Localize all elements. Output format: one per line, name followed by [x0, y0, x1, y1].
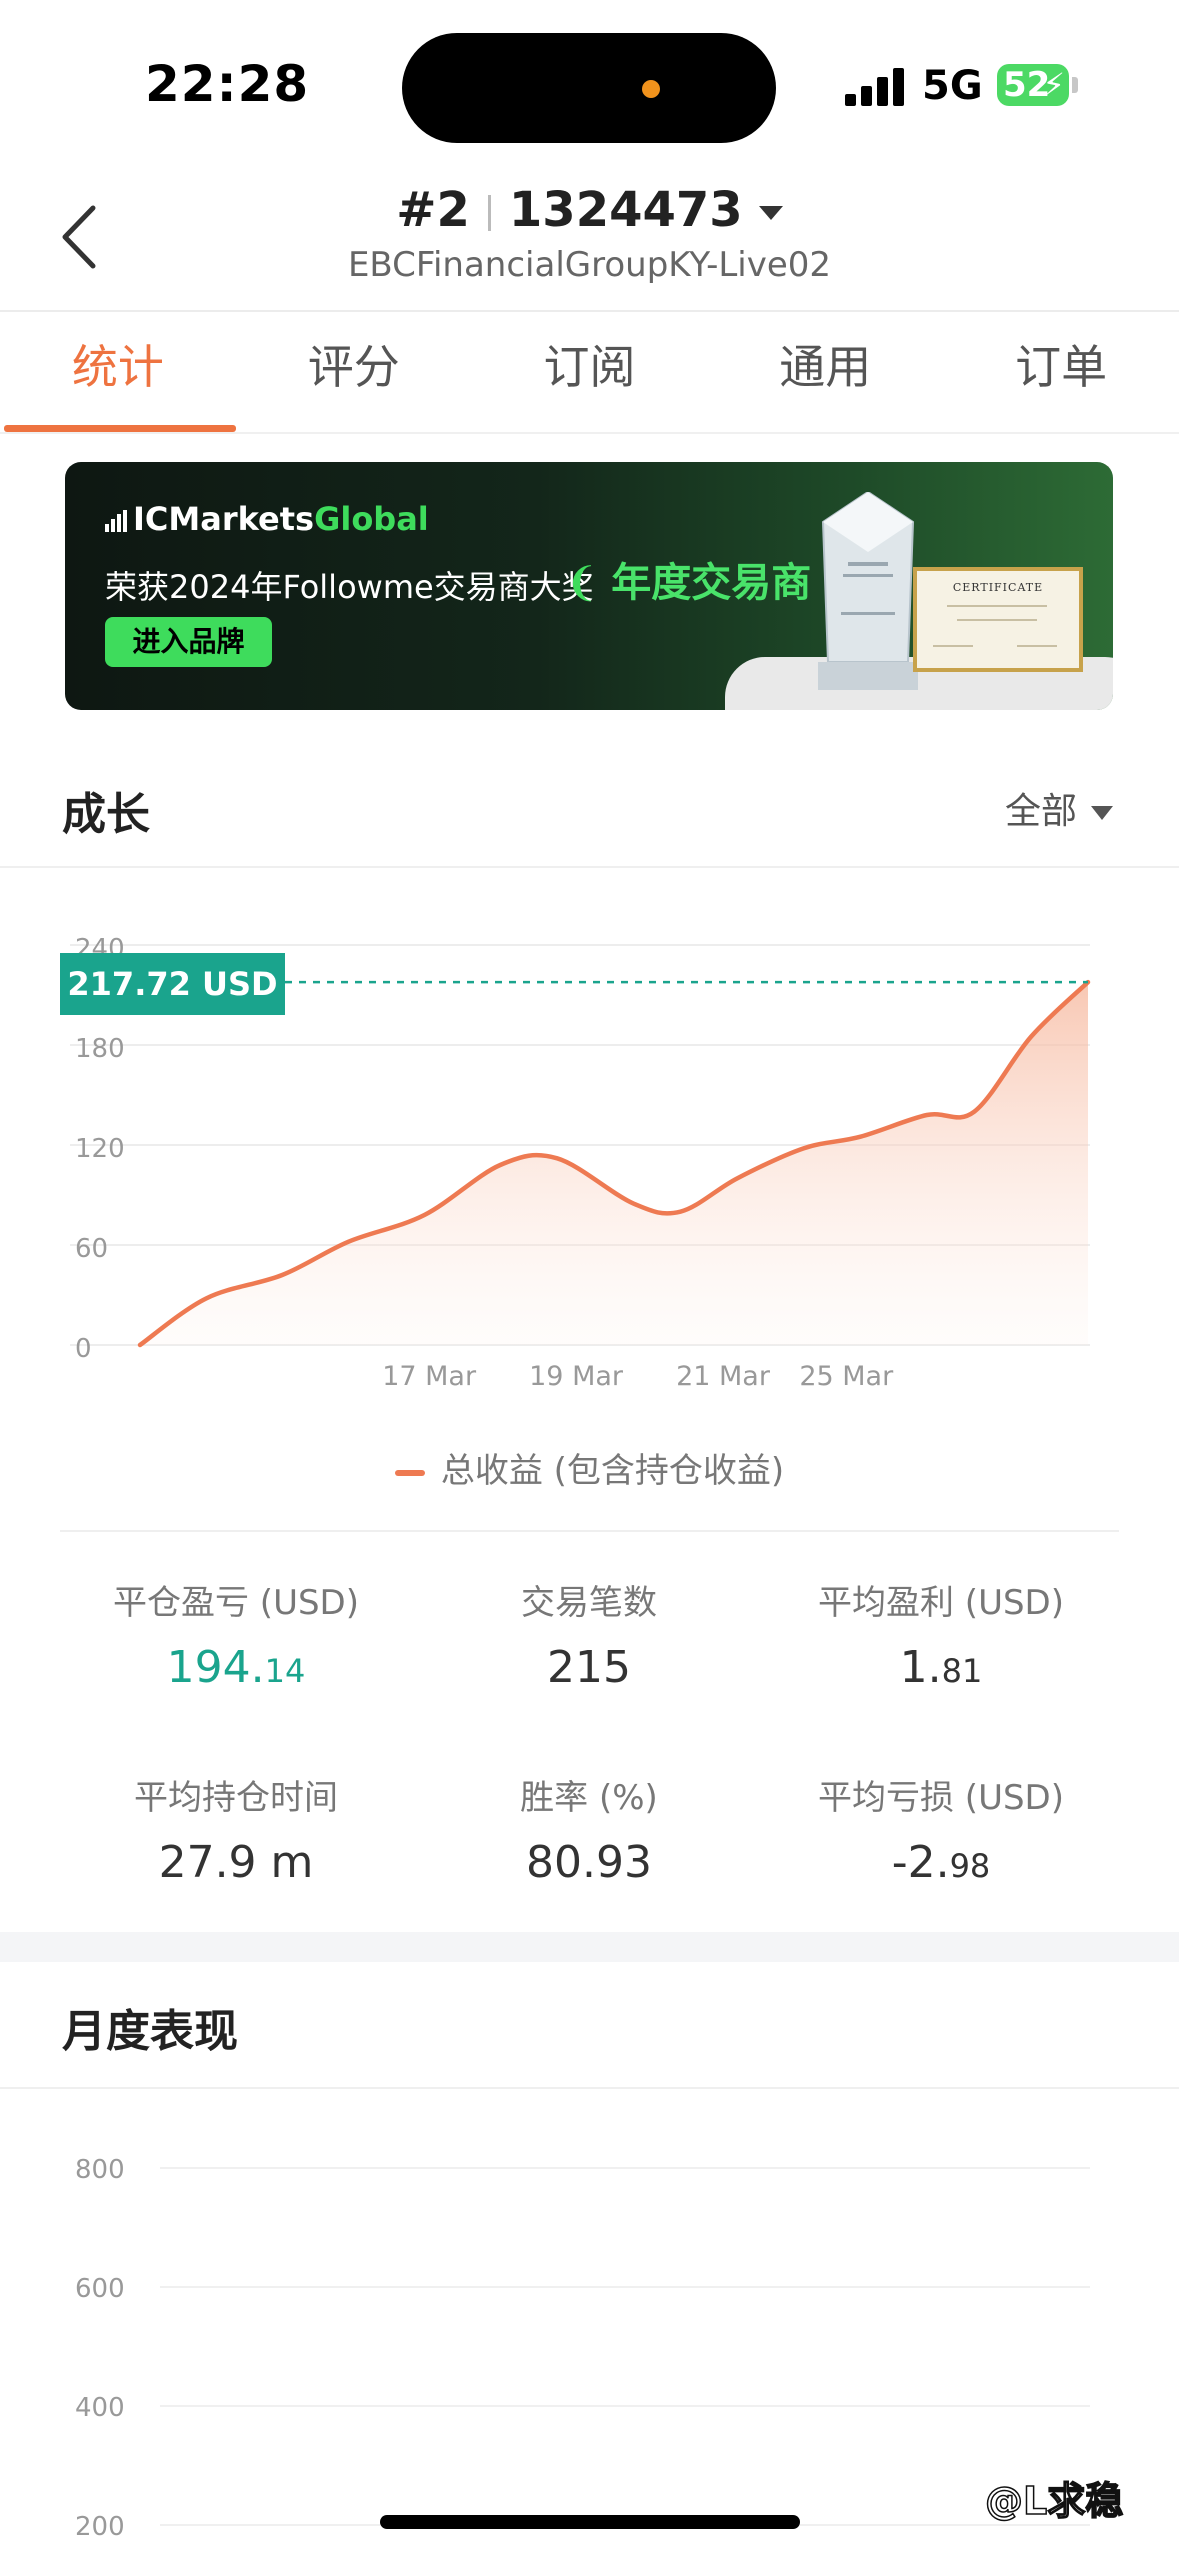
stat-label: 胜率 (%) [520, 1778, 658, 1818]
stat-label: 平均盈利 (USD) [818, 1583, 1064, 1623]
broker-logo: ICMarketsGlobal [105, 500, 429, 538]
series-area [140, 982, 1088, 1345]
monthly-divider [0, 2087, 1179, 2089]
y-tick-label: 0 [75, 1334, 92, 1364]
legend-divider [60, 1530, 1119, 1532]
logo-bars-icon [105, 510, 129, 532]
enter-brand-button[interactable]: 进入品牌 [105, 617, 272, 667]
y-tick-label: 400 [75, 2393, 125, 2423]
range-value: 全部 [1005, 791, 1078, 832]
x-tick-label: 19 Mar [529, 1361, 624, 1392]
y-tick-label: 180 [75, 1034, 125, 1064]
tab-general[interactable]: 通用 [707, 312, 943, 432]
stat-item: 平均亏损 (USD) -2.98 [745, 1770, 1137, 1888]
banner-text: 荣获2024年Followme交易商大奖 [105, 568, 594, 606]
stat-item: 平均盈利 (USD) 1.81 [745, 1575, 1137, 1693]
watermark: @L求稳 [984, 2478, 1124, 2524]
battery-icon: 52 ⚡ [997, 64, 1069, 106]
stat-label: 交易笔数 [521, 1583, 657, 1623]
certificate-image: CERTIFICATE [913, 567, 1083, 672]
legend-label: 总收益 (包含持仓收益) [440, 1451, 785, 1491]
tab-bar: 统计 评分 订阅 通用 订单 [0, 312, 1179, 432]
y-tick-label: 200 [75, 2512, 125, 2542]
y-tick-label: 800 [75, 2155, 125, 2185]
section-divider [0, 866, 1179, 868]
stat-value: 80.93 [526, 1837, 652, 1888]
account-number: 1324473 [508, 182, 743, 238]
charging-bolt-icon: ⚡ [1042, 66, 1065, 104]
stat-value: 27.9 m [158, 1837, 314, 1888]
account-selector[interactable]: #2 1324473 [0, 182, 1179, 238]
stat-value: 215 [547, 1642, 631, 1693]
account-rank: #2 [396, 182, 470, 238]
stat-item: 平仓盈亏 (USD) 194.14 [40, 1575, 432, 1693]
x-tick-label: 21 Mar [676, 1361, 771, 1392]
stat-label: 平仓盈亏 (USD) [113, 1583, 359, 1623]
stat-value: 1.81 [899, 1642, 983, 1693]
monthly-title: 月度表现 [62, 2006, 238, 2057]
stat-item: 平均持仓时间 27.9 m [40, 1770, 432, 1888]
cellular-signal-icon [845, 68, 907, 106]
chart-legend: 总收益 (包含持仓收益) [0, 1443, 1179, 1492]
stat-value: -2.98 [891, 1837, 991, 1888]
privacy-indicator-icon [642, 80, 660, 98]
home-indicator[interactable] [380, 2515, 800, 2529]
x-tick-label: 17 Mar [382, 1361, 477, 1392]
crystal-trophy-icon [818, 492, 918, 690]
current-value-badge: 217.72 USD [60, 953, 285, 1015]
stat-item: 胜率 (%) 80.93 [393, 1770, 785, 1888]
stat-value: 194.14 [166, 1642, 306, 1693]
caret-down-icon [758, 206, 783, 220]
server-name: EBCFinancialGroupKY-Live02 [347, 245, 832, 285]
y-tick-label: 120 [75, 1134, 125, 1164]
tab-subscription[interactable]: 订阅 [472, 312, 708, 432]
battery-cap [1072, 77, 1078, 93]
dynamic-island [402, 33, 776, 143]
tab-rating[interactable]: 评分 [236, 312, 472, 432]
tab-statistics[interactable]: 统计 [0, 312, 236, 432]
account-separator [487, 195, 491, 231]
stat-item: 交易笔数 215 [393, 1575, 785, 1693]
x-tick-label: 25 Mar [799, 1361, 894, 1392]
tabs-divider [0, 432, 1179, 434]
status-bar: 22:28 5G 52 ⚡ [0, 0, 1179, 170]
section-separator [0, 1932, 1179, 1962]
caret-down-icon [1091, 806, 1114, 820]
stat-label: 平均持仓时间 [134, 1778, 338, 1818]
range-dropdown[interactable]: 全部 [1005, 782, 1114, 834]
stat-label: 平均亏损 (USD) [818, 1778, 1064, 1818]
status-time: 22:28 [145, 55, 310, 113]
network-type: 5G [922, 63, 983, 109]
promo-banner[interactable]: ICMarketsGlobal 荣获2024年Followme交易商大奖 ❨ 年… [65, 462, 1113, 710]
growth-title: 成长 [62, 789, 150, 840]
legend-swatch [394, 1469, 425, 1476]
y-tick-label: 60 [75, 1234, 108, 1264]
tab-orders[interactable]: 订单 [943, 312, 1179, 432]
y-tick-label: 600 [75, 2274, 125, 2304]
